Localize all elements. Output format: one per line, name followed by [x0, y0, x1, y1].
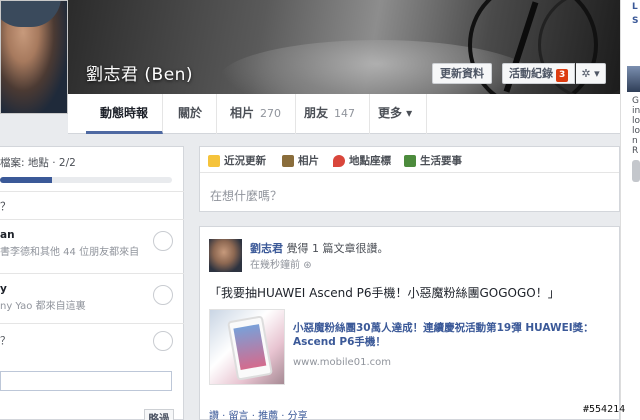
activity-badge: 3	[556, 69, 569, 82]
select-radio[interactable]	[153, 285, 173, 305]
select-radio[interactable]	[153, 331, 173, 351]
photo-icon	[282, 154, 294, 167]
sidebar-text: lo	[632, 126, 640, 136]
profile-name[interactable]: 劉志君 (Ben)	[86, 60, 193, 85]
composer-tabs: 近況更新 相片 地點座標 生活要事	[200, 147, 619, 173]
activity-log-label: 活動紀錄	[509, 67, 553, 80]
suggestion-title[interactable]: y	[0, 283, 7, 295]
sidebar-text: R	[632, 146, 639, 156]
composer-tab-label: 生活要事	[420, 155, 462, 167]
composer-tab-place[interactable]: 地點座標	[333, 153, 391, 168]
link-url: www.mobile01.com	[293, 357, 391, 368]
composer-tab-label: 地點座標	[349, 155, 391, 167]
suggestion-detail: 書李德和其他 44 位朋友都來自	[0, 247, 140, 258]
tab-label: 更多 ▾	[378, 106, 413, 120]
profile-completion-panel: 檔案: 地點 · 2/2 ？ an 書李德和其他 44 位朋友都來自 y ny …	[0, 146, 184, 420]
suggestion-detail: ny Yao 都來自這裏	[0, 301, 86, 312]
composer-tab-photo[interactable]: 相片	[282, 153, 319, 168]
suggestion-title[interactable]: an	[0, 229, 15, 241]
question-text: ？	[0, 200, 11, 213]
post-author[interactable]: 劉志君	[250, 242, 283, 255]
completion-progress-bar	[0, 177, 172, 183]
tab-friends[interactable]: 朋友 147	[290, 94, 371, 134]
post-timestamp[interactable]: 在幾秒鐘前 ⊛	[250, 256, 312, 271]
post-avatar[interactable]	[209, 239, 242, 272]
composer-tab-label: 相片	[298, 155, 319, 167]
tab-label: 相片	[230, 106, 255, 120]
post-message: 「我要抽HUAWEI Ascend P6手機！小惡魔粉絲團GOGOGO！」	[209, 286, 560, 300]
tab-label: 關於	[178, 106, 203, 120]
tab-timeline[interactable]: 動態時報	[86, 94, 164, 134]
link-preview[interactable]: 小惡魔粉絲團30萬人達成！連續慶祝活動第19彈 HUAWEI獎：Ascend P…	[209, 309, 609, 385]
update-info-button[interactable]: 更新資料	[432, 63, 492, 84]
timestamp-text: 在幾秒鐘前	[250, 260, 300, 271]
select-radio[interactable]	[153, 231, 173, 251]
status-composer: 近況更新 相片 地點座標 生活要事 在想什麼嗎？	[199, 146, 620, 212]
tab-label: 朋友	[304, 106, 329, 120]
image-watermark: #554214	[583, 404, 626, 415]
sidebar-thumbnail[interactable]	[627, 66, 640, 92]
divider	[0, 191, 184, 192]
tab-count: 270	[260, 107, 282, 120]
scrollbar-thumb[interactable]	[632, 160, 640, 182]
tab-more[interactable]: 更多 ▾	[364, 94, 428, 134]
right-sidebar: L S G in lo lo n R	[620, 0, 640, 420]
tab-photos[interactable]: 相片 270	[216, 94, 297, 134]
feed-post: 劉志君 覺得 1 篇文章很讚。 在幾秒鐘前 ⊛ 「我要抽HUAWEI Ascen…	[199, 226, 620, 420]
panel-header: 檔案: 地點 · 2/2	[0, 157, 76, 169]
activity-log-button[interactable]: 活動紀錄 3	[502, 63, 576, 84]
composer-tab-label: 近況更新	[224, 155, 266, 167]
composer-input[interactable]: 在想什麼嗎？	[210, 187, 282, 204]
pencil-icon	[208, 154, 220, 167]
flag-icon	[404, 154, 416, 167]
divider	[0, 273, 184, 274]
profile-avatar[interactable]	[0, 0, 68, 114]
sidebar-text: n	[632, 136, 638, 146]
progress-fill	[0, 177, 52, 183]
link-title[interactable]: 小惡魔粉絲團30萬人達成！連續慶祝活動第19彈 HUAWEI獎：Ascend P…	[293, 321, 603, 349]
divider	[0, 323, 184, 324]
skip-button[interactable]: 略過	[144, 409, 174, 420]
sidebar-text[interactable]: S	[632, 16, 638, 26]
post-header: 劉志君 覺得 1 篇文章很讚。	[250, 240, 389, 256]
globe-icon: ⊛	[303, 260, 312, 271]
divider	[0, 219, 184, 220]
profile-tabs: 動態時報 關於 相片 270 朋友 147 更多 ▾	[68, 94, 620, 134]
phone-image	[227, 315, 273, 381]
question-text: ？	[0, 335, 11, 347]
sidebar-text: in	[632, 106, 640, 116]
link-thumbnail[interactable]	[209, 309, 285, 385]
sidebar-text[interactable]: L	[632, 2, 638, 12]
sidebar-text: lo	[632, 116, 640, 126]
tab-about[interactable]: 關於	[164, 94, 218, 134]
tab-count: 147	[334, 107, 356, 120]
answer-input[interactable]	[0, 371, 172, 391]
map-pin-icon	[333, 154, 345, 167]
tab-label: 動態時報	[100, 106, 149, 120]
settings-gear-button[interactable]: ✲ ▾	[576, 63, 606, 84]
post-action-text: 覺得 1 篇文章很讚。	[286, 242, 389, 255]
composer-tab-status[interactable]: 近況更新	[208, 153, 266, 168]
composer-tab-life-event[interactable]: 生活要事	[404, 153, 462, 168]
sidebar-text: G	[632, 96, 639, 106]
post-actions[interactable]: 讚 · 留言 · 推薦 · 分享	[209, 407, 308, 420]
